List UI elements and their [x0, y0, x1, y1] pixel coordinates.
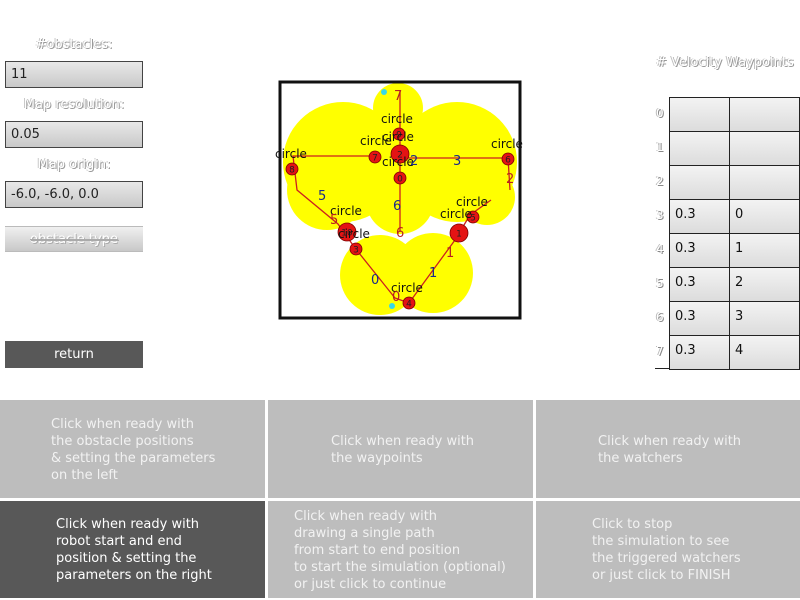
waypoint-cell[interactable]: 2 — [729, 267, 800, 302]
map-origin-label: Map origin: — [37, 157, 111, 172]
step-button-6[interactable]: Click to stop the simulation to see the tr… — [536, 501, 800, 598]
obstacle-id-8: 8 — [289, 166, 295, 176]
waypoint-cell[interactable]: 4 — [729, 335, 800, 370]
shape-label: circle — [382, 130, 414, 144]
step-text-line: the obstacle positions — [51, 434, 194, 449]
waypoint-cell[interactable]: 1 — [729, 233, 800, 268]
obstacle-type-button[interactable]: obstacle type — [5, 226, 143, 252]
step-text-line: the waypoints — [331, 451, 423, 466]
row-index-4: 4 — [656, 242, 664, 256]
step-button-text: Click when ready with the obstacle positi… — [51, 416, 215, 484]
row-index-1: 1 — [656, 140, 664, 154]
step-button-text: Click when ready with drawing a single pa… — [294, 508, 506, 593]
row-index-2: 2 — [656, 174, 664, 188]
step-text-line: the watchers — [598, 451, 683, 466]
map-resolution-label: Map resolution: — [23, 97, 125, 112]
waypoint-cell[interactable] — [729, 165, 800, 200]
step-text-line: or just click to continue — [294, 577, 447, 592]
shape-label: circle — [491, 137, 523, 151]
path-index-label: 6 — [393, 199, 401, 214]
step-text-line: robot start and end — [56, 534, 182, 549]
step-button-text: Click when ready with the waypoints — [331, 433, 474, 467]
step-text-line: Click when ready with — [294, 509, 438, 524]
step-button-1[interactable]: Click when ready with the obstacle positi… — [0, 400, 265, 498]
path-index-label: 6 — [396, 226, 404, 241]
velocity-waypoints-title: # Velocity Waypoints — [656, 55, 794, 70]
obstacle-id-7: 7 — [372, 154, 378, 164]
obstacle-id-3: 3 — [353, 246, 359, 256]
obstacle-id-6: 6 — [505, 156, 511, 166]
obstacles-label: #obstacles: — [35, 37, 113, 52]
return-button[interactable]: return — [5, 341, 143, 368]
step-text-line: position & setting the — [56, 551, 197, 566]
shape-label: circle — [338, 227, 370, 241]
waypoint-cell[interactable] — [729, 97, 800, 132]
step-text-line: drawing a single path — [294, 526, 435, 541]
step-text-line: Click to stop — [592, 517, 673, 532]
path-index-label: 7 — [394, 89, 402, 104]
start-marker — [381, 89, 387, 95]
path-index-label: 1 — [429, 266, 437, 281]
velocity-cell[interactable]: 0.3 — [669, 301, 730, 336]
row-index-6: 6 — [656, 310, 664, 324]
step-text-line: & setting the parameters — [51, 451, 216, 466]
step-button-2[interactable]: Click when ready with the waypoints — [268, 400, 533, 498]
path-index-label: 2 — [506, 172, 514, 187]
step-button-text: Click when ready with robot start and end… — [56, 516, 212, 584]
step-text-line: the simulation to see — [592, 534, 730, 549]
step-button-3[interactable]: Click when ready with the watchers — [536, 400, 800, 498]
step-text-line: Click when ready with — [56, 517, 200, 532]
velocity-cell[interactable]: 0.3 — [669, 199, 730, 234]
waypoint-cell[interactable]: 3 — [729, 301, 800, 336]
velocity-cell[interactable] — [669, 165, 730, 200]
path-index-label: 5 — [318, 189, 326, 204]
obstacle-type-label: obstacle type — [30, 232, 118, 247]
shape-label: circle — [381, 112, 413, 126]
row-index-5: 5 — [656, 276, 664, 290]
step-text-line: Click when ready with — [331, 434, 475, 449]
step-text-line: the triggered watchers — [592, 551, 741, 566]
waypoint-cell[interactable]: 0 — [729, 199, 800, 234]
step-button-text: Click to stop the simulation to see the tr… — [592, 516, 741, 584]
step-text-line: to start the simulation (optional) — [294, 560, 506, 575]
step-button-text: Click when ready with the watchers — [598, 433, 741, 467]
map-resolution-field[interactable]: 0.05 — [5, 121, 143, 148]
step-text-line: on the left — [51, 468, 118, 483]
step-button-5[interactable]: Click when ready with drawing a single pa… — [268, 501, 533, 598]
obstacle-disc — [287, 150, 367, 230]
step-text-line: Click when ready with — [598, 434, 742, 449]
shape-label: circle — [440, 207, 472, 221]
obstacle-id-0: 0 — [397, 175, 403, 185]
velocity-cell[interactable]: 0.3 — [669, 335, 730, 370]
obstacle-id-1: 1 — [456, 230, 462, 240]
velocity-cell[interactable]: 0.3 — [669, 267, 730, 302]
step-text-line: parameters on the right — [56, 568, 212, 583]
path-index-label: 2 — [410, 154, 418, 169]
path-index-label: 5 — [330, 213, 338, 228]
velocity-cell[interactable]: 0.3 — [669, 233, 730, 268]
step-text-line: or just click to FINISH — [592, 568, 731, 583]
path-index-label: 0 — [392, 290, 400, 305]
path-index-label: 0 — [371, 273, 379, 288]
shape-label: circle — [456, 195, 488, 209]
row-index-0: 0 — [656, 106, 664, 120]
row-index-7: 7 — [656, 344, 664, 358]
path-index-label: 1 — [446, 246, 454, 261]
obstacle-map[interactable]: 012345678910circlecirclecirclecirclecirc… — [274, 78, 526, 324]
map-origin-field[interactable]: -6.0, -6.0, 0.0 — [5, 181, 143, 208]
step-text-line: Click when ready with — [51, 417, 195, 432]
row-index-3: 3 — [656, 208, 664, 222]
obstacles-field[interactable]: 11 — [5, 61, 143, 88]
velocity-cell[interactable] — [669, 97, 730, 132]
path-index-label: 3 — [453, 154, 461, 169]
obstacle-id-4: 4 — [406, 300, 412, 310]
step-text-line: from start to end position — [294, 543, 461, 558]
waypoint-cell[interactable] — [729, 131, 800, 166]
table-bottom-line — [655, 368, 669, 369]
step-button-4[interactable]: Click when ready with robot start and end… — [0, 501, 265, 598]
velocity-cell[interactable] — [669, 131, 730, 166]
